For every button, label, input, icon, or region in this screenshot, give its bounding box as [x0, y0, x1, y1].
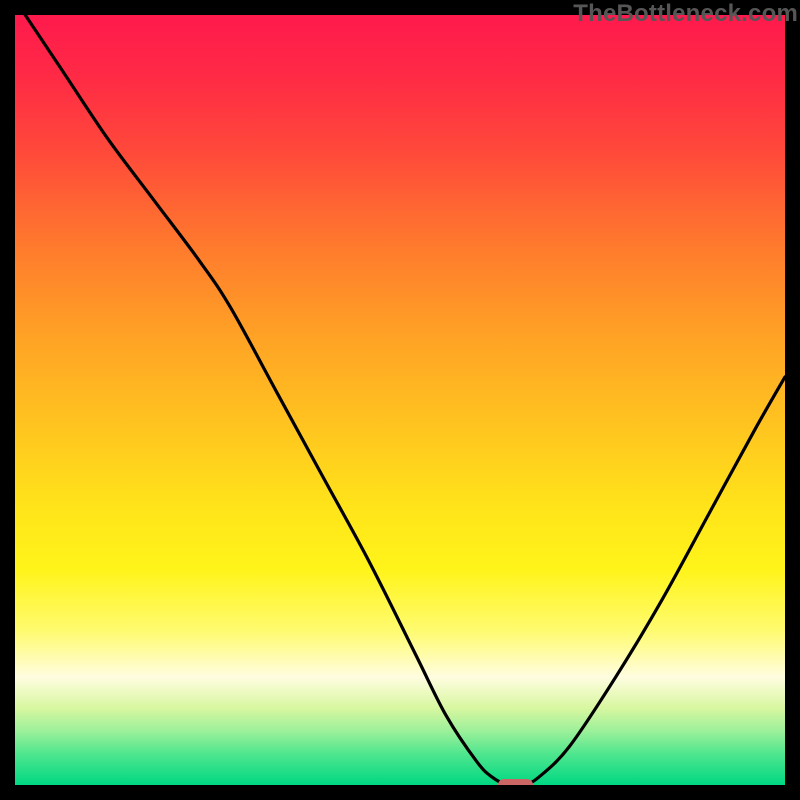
- chart-frame: TheBottleneck.com: [0, 0, 800, 800]
- watermark-text: TheBottleneck.com: [573, 0, 798, 28]
- optimal-marker: [498, 779, 533, 785]
- plot-area: [15, 15, 785, 785]
- bottleneck-curve: [15, 15, 785, 785]
